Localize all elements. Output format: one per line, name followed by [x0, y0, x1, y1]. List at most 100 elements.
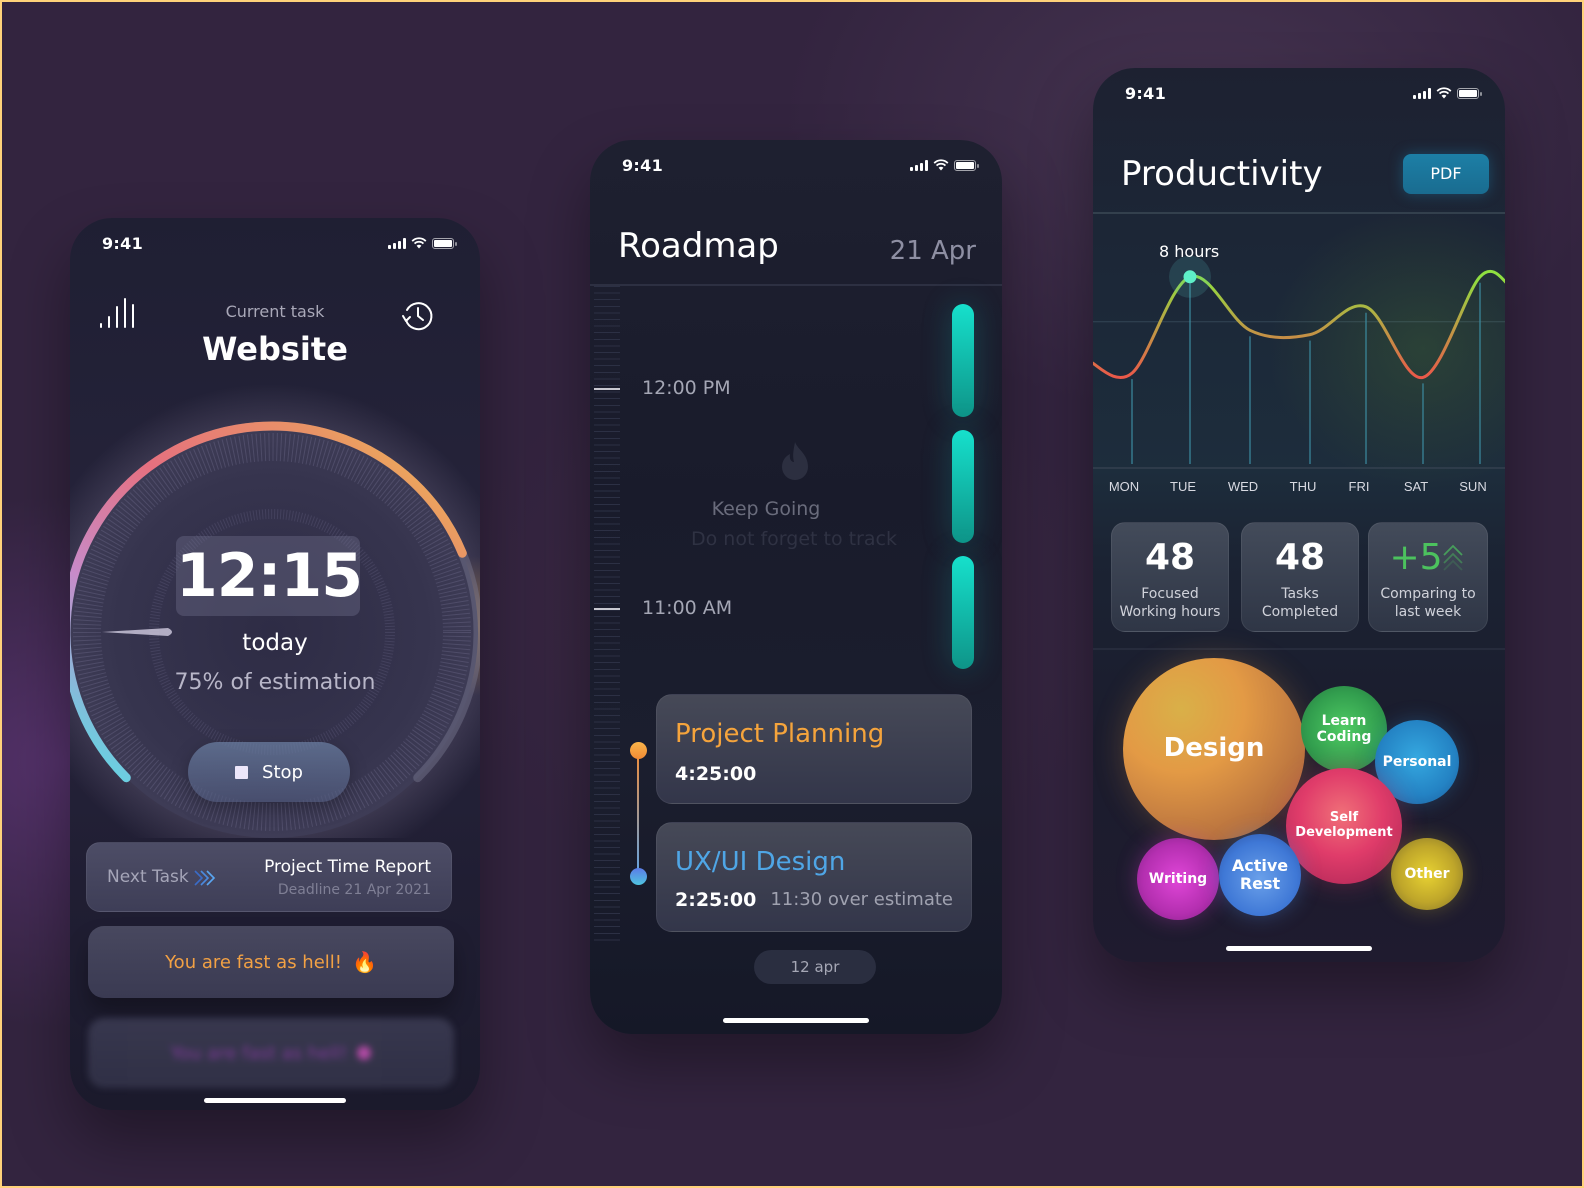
toast-message: You are fast as hell! 🔥: [88, 926, 454, 998]
chart-line-series: [1093, 269, 1505, 379]
next-task-title: Project Time Report: [264, 857, 431, 877]
x-tick-mon[interactable]: MON: [1109, 479, 1139, 494]
flame-icon: [782, 442, 808, 480]
toast-text: You are fast as hell!: [165, 951, 343, 973]
stat-card-focused-hours: 48 Focused Working hours: [1111, 522, 1229, 632]
stat-label: last week: [1394, 604, 1462, 620]
tracked-block[interactable]: [952, 556, 974, 669]
home-indicator[interactable]: [723, 1018, 869, 1023]
wifi-icon: [411, 237, 427, 249]
x-tick-tue[interactable]: TUE: [1170, 479, 1196, 494]
stop-icon: [235, 765, 249, 779]
productivity-screen: 9:41 Productivity PDF MON TUE WED THU FRI SAT: [1093, 68, 1505, 962]
stat-card-tasks-completed: 48 Tasks Completed: [1241, 522, 1359, 632]
stat-value: 48: [1274, 537, 1326, 578]
fire-icon: 🔥: [352, 950, 377, 974]
stop-button[interactable]: Stop: [188, 742, 350, 802]
elapsed-time: 12:15: [176, 536, 363, 616]
empty-state-subtitle: Do not forget to track: [691, 528, 897, 550]
next-task-label: Next Task: [107, 867, 189, 887]
empty-state-title: Keep Going: [711, 498, 821, 520]
timeline-dot: [630, 868, 647, 885]
category-bubble-writing[interactable]: Writing: [1137, 838, 1219, 920]
task-over-estimate: 11:30 over estimate: [770, 889, 953, 910]
weekly-hours-chart: MON TUE WED THU FRI SAT SUN: [1093, 255, 1505, 494]
time-ruler[interactable]: [594, 286, 620, 946]
task-name: UX/UI Design: [675, 847, 846, 877]
divider: [1093, 648, 1505, 650]
home-indicator[interactable]: [1226, 946, 1372, 951]
category-label: Other: [1404, 865, 1450, 882]
status-bar: 9:41: [1093, 68, 1505, 118]
cellular-signal-icon: [388, 237, 406, 249]
category-bubble-design[interactable]: Design: [1123, 658, 1305, 840]
estimation-text: 75% of estimation: [174, 670, 376, 695]
category-label: Writing: [1148, 870, 1208, 887]
next-task-card[interactable]: Next Task Project Time Report Deadline 2…: [86, 842, 452, 912]
category-bubble-self-development[interactable]: Self Development: [1286, 768, 1402, 884]
ruler-mark: [594, 388, 620, 390]
heart-icon: [357, 1046, 372, 1060]
stat-label: Working hours: [1119, 604, 1221, 620]
tracked-block[interactable]: [952, 304, 974, 417]
timeline-dot: [630, 742, 647, 759]
timer-screen: 9:41 Current task Website 12:15 today 75…: [70, 218, 480, 1110]
date-label[interactable]: 21 Apr: [890, 236, 976, 266]
x-tick-fri[interactable]: FRI: [1349, 479, 1370, 494]
category-label: Self Development: [1295, 810, 1393, 840]
category-label: Design: [1163, 733, 1265, 764]
page-title: Roadmap: [618, 226, 779, 266]
ruler-mark: [594, 608, 620, 610]
category-label: Learn Coding: [1316, 712, 1372, 745]
stop-label: Stop: [262, 761, 303, 783]
period-label: today: [242, 630, 308, 656]
highlight-point[interactable]: [1183, 270, 1197, 284]
stat-value: +5: [1389, 537, 1443, 578]
task-card-project-planning[interactable]: Project Planning 4:25:00: [656, 694, 972, 804]
status-time: 9:41: [622, 155, 663, 175]
timeline-connector: [637, 752, 639, 878]
task-card-uxui-design[interactable]: UX/UI Design 2:25:00 11:30 over estimate: [656, 822, 972, 932]
date-pill[interactable]: 12 apr: [754, 950, 876, 984]
status-bar: 9:41: [70, 218, 480, 268]
category-label: Active Rest: [1231, 855, 1289, 893]
home-indicator[interactable]: [204, 1098, 346, 1103]
divider: [590, 284, 1002, 286]
status-time: 9:41: [102, 233, 143, 253]
category-label: Personal: [1382, 753, 1452, 770]
toast-message-blurred: You are fast as hell!: [88, 1018, 454, 1088]
pdf-export-button[interactable]: PDF: [1403, 154, 1489, 194]
triple-chevron-right-icon: [194, 870, 216, 886]
task-title: Website: [202, 330, 348, 368]
cellular-signal-icon: [910, 159, 928, 171]
task-duration: 4:25:00: [675, 763, 757, 785]
battery-icon: [954, 159, 979, 171]
next-task-deadline: Deadline 21 Apr 2021: [277, 882, 431, 898]
status-bar: 9:41: [590, 140, 1002, 190]
status-time: 9:41: [1125, 83, 1166, 103]
x-tick-wed[interactable]: WED: [1228, 479, 1258, 494]
x-tick-thu[interactable]: THU: [1290, 479, 1317, 494]
task-name: Project Planning: [675, 719, 885, 749]
stat-value: 48: [1144, 537, 1196, 578]
stat-card-week-comparison: +5 Comparing to last week: [1368, 522, 1488, 632]
stat-label: Tasks: [1281, 586, 1319, 602]
wifi-icon: [1436, 87, 1452, 99]
canvas: 9:41 Current task Website 12:15 today 75…: [2, 2, 1582, 1186]
tracked-block[interactable]: [952, 430, 974, 543]
category-bubble-other[interactable]: Other: [1391, 838, 1463, 910]
time-label-1200pm: 12:00 PM: [642, 377, 731, 399]
stat-label: Comparing to: [1380, 586, 1476, 602]
page-title: Productivity: [1121, 154, 1323, 194]
double-chevron-up-icon: [1443, 544, 1463, 571]
stat-label: Completed: [1261, 604, 1339, 620]
battery-icon: [1457, 87, 1482, 99]
toast-text: You are fast as hell!: [170, 1042, 348, 1064]
chart-highlight-label: 8 hours: [1159, 242, 1220, 261]
x-tick-sun[interactable]: SUN: [1459, 479, 1486, 494]
task-duration: 2:25:00: [675, 889, 757, 911]
category-bubble-active-rest[interactable]: Active Rest: [1219, 834, 1301, 916]
battery-icon: [432, 237, 457, 249]
time-label-1100am: 11:00 AM: [642, 597, 733, 619]
x-tick-sat[interactable]: SAT: [1404, 479, 1428, 494]
